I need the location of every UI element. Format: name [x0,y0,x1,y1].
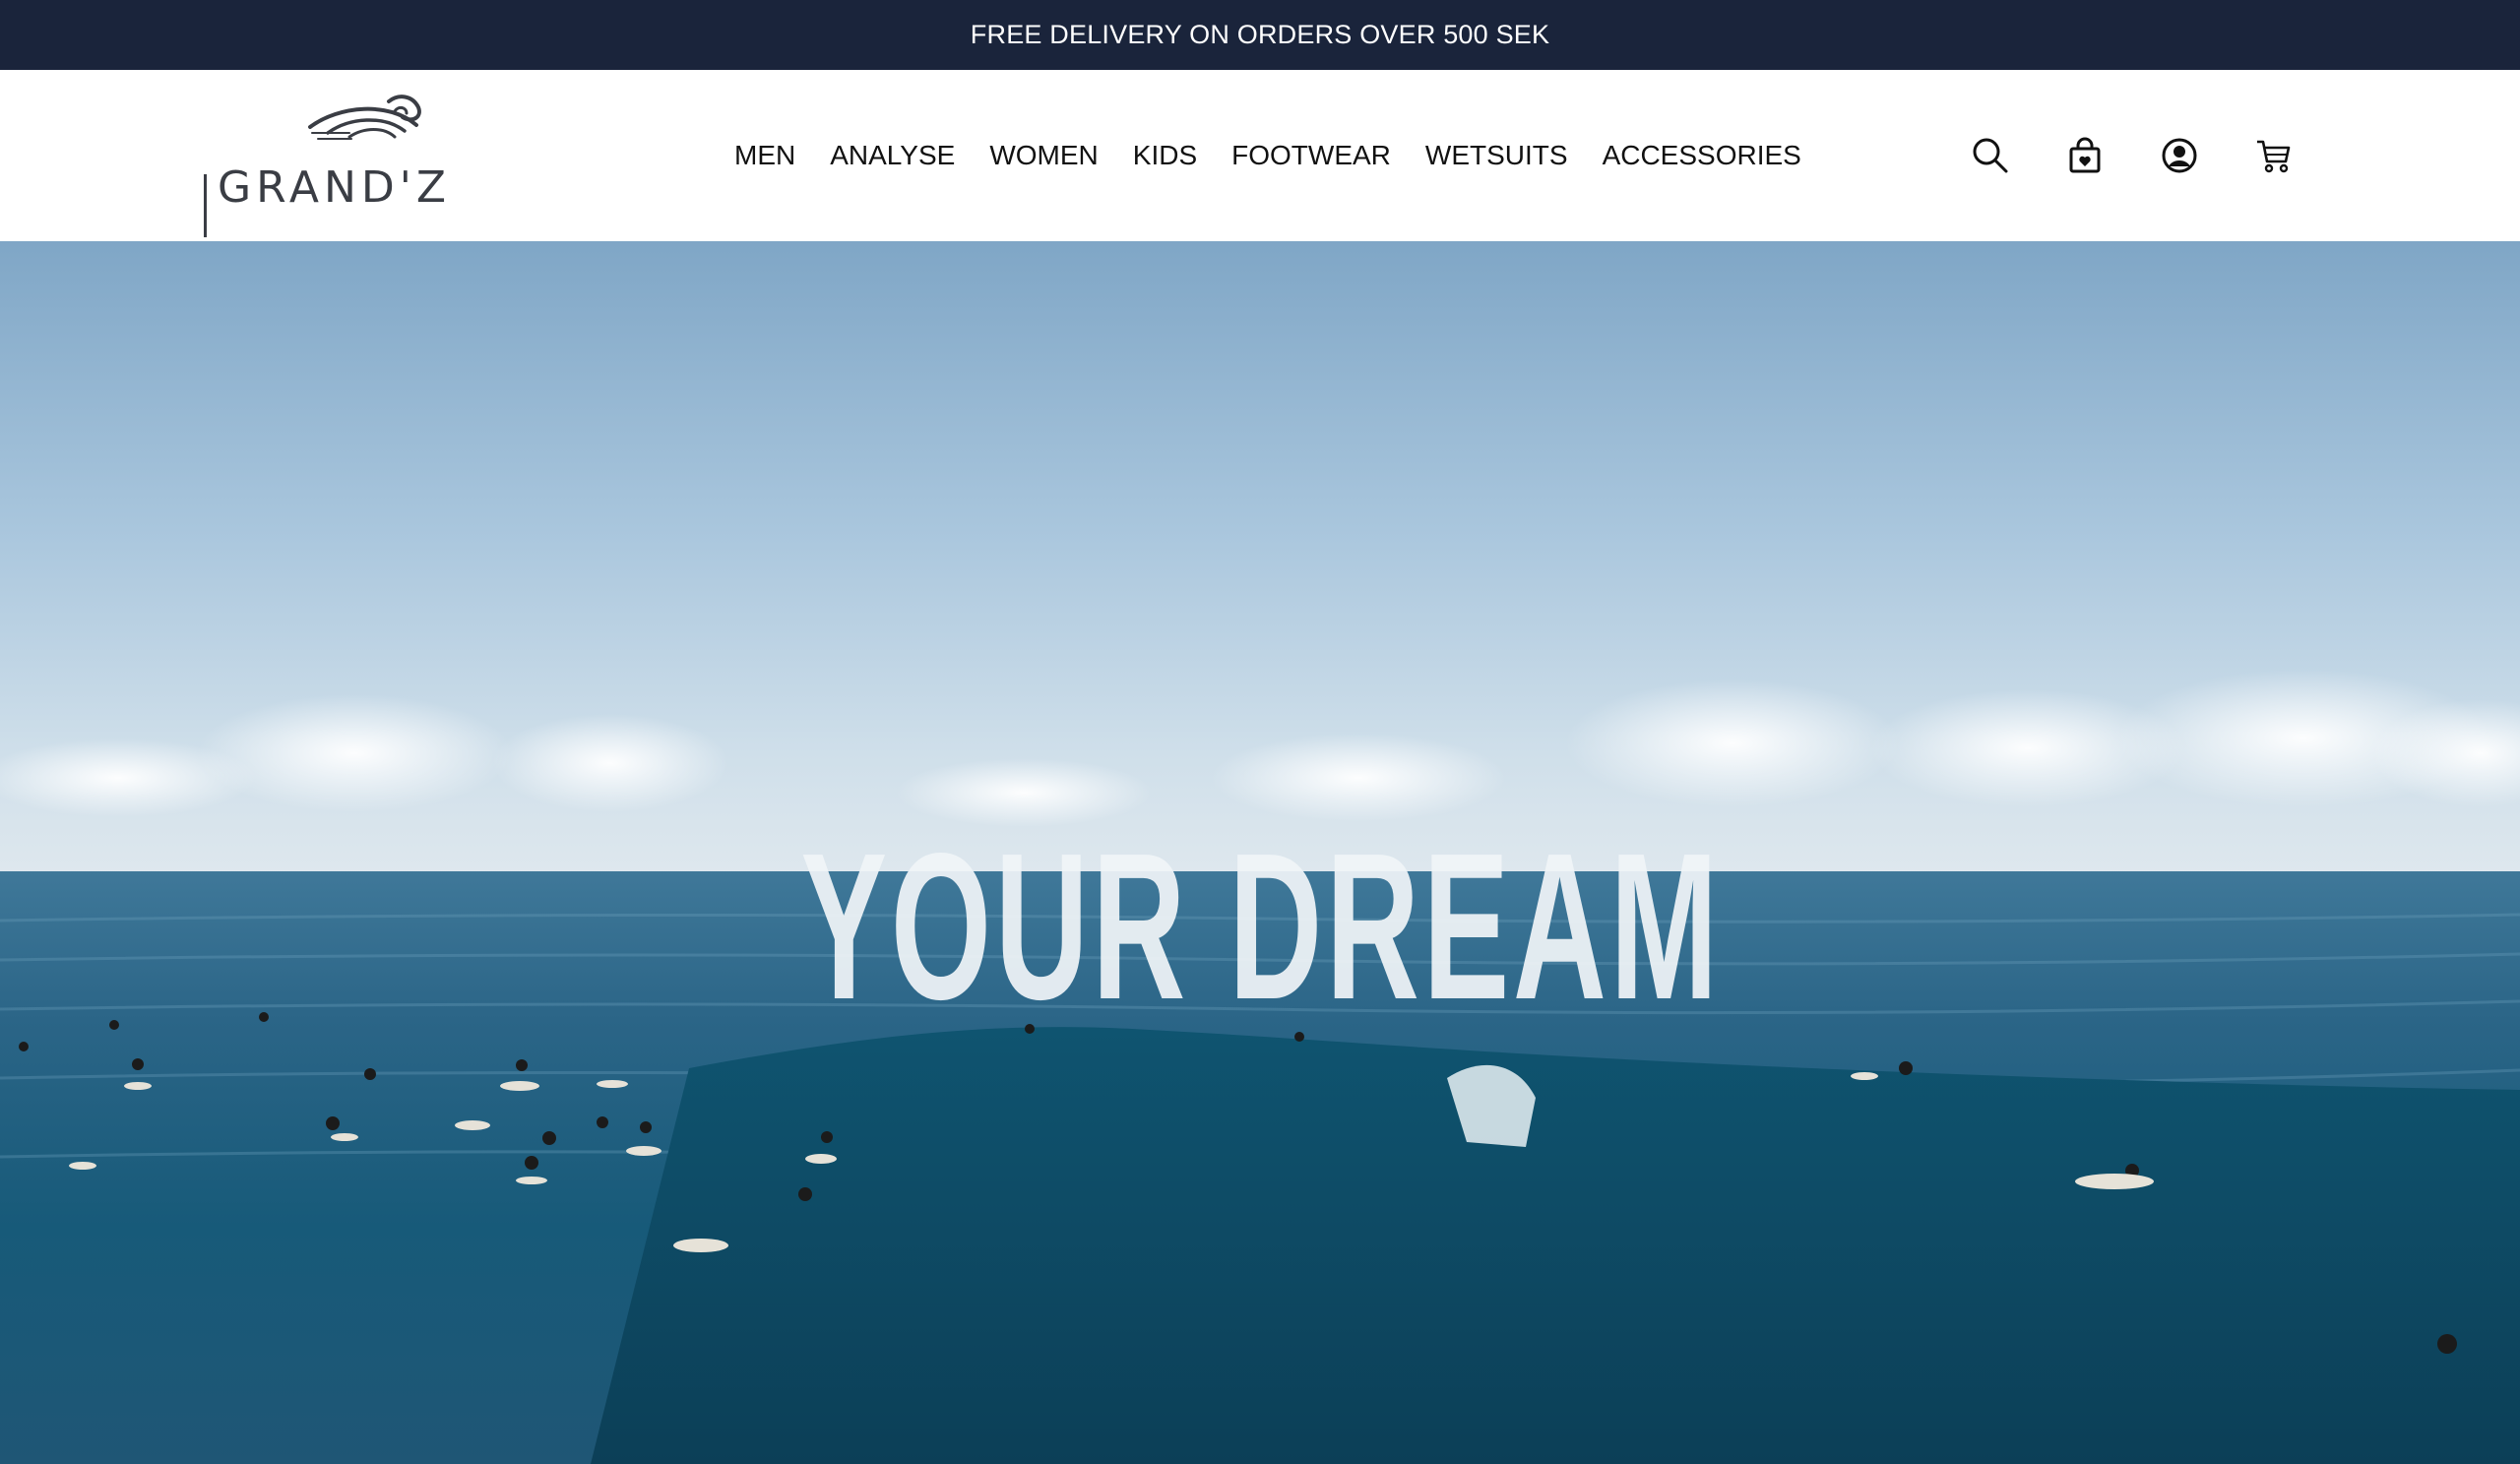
hero-headline: YOUR DREAM [800,809,1722,1043]
logo-divider [204,174,207,237]
brand-name: GRAND'Z [218,162,452,213]
site-header: GRAND'Z MEN ANALYSE WOMEN KIDS FOOTWEAR … [0,70,2520,241]
nav-item-analyse[interactable]: ANALYSE [830,140,955,171]
main-nav: MEN ANALYSE WOMEN KIDS FOOTWEAR WETSUITS… [734,70,1801,241]
brand-logo[interactable]: GRAND'Z [202,88,527,237]
nav-item-women[interactable]: WOMEN [989,140,1098,171]
nav-item-men[interactable]: MEN [734,140,795,171]
nav-item-accessories[interactable]: ACCESSORIES [1603,140,1801,171]
account-button[interactable] [2158,134,2201,177]
header-actions [1969,70,2296,241]
wave-logo-icon [308,95,421,140]
promo-text: FREE DELIVERY ON ORDERS OVER 500 SEK [970,20,1550,49]
nav-item-footwear[interactable]: FOOTWEAR [1231,140,1391,171]
promo-bar: FREE DELIVERY ON ORDERS OVER 500 SEK [0,0,2520,70]
nav-item-kids[interactable]: KIDS [1133,140,1197,171]
shopping-bag-icon [2069,137,2101,173]
search-icon [1973,138,2008,173]
cart-icon [2257,140,2291,173]
hero-banner: YOUR DREAM [0,241,2520,1464]
cart-button[interactable] [2252,134,2296,177]
shopping-bag-button[interactable] [2063,134,2107,177]
account-icon [2162,138,2197,173]
search-button[interactable] [1969,134,2012,177]
nav-item-wetsuits[interactable]: WETSUITS [1425,140,1568,171]
